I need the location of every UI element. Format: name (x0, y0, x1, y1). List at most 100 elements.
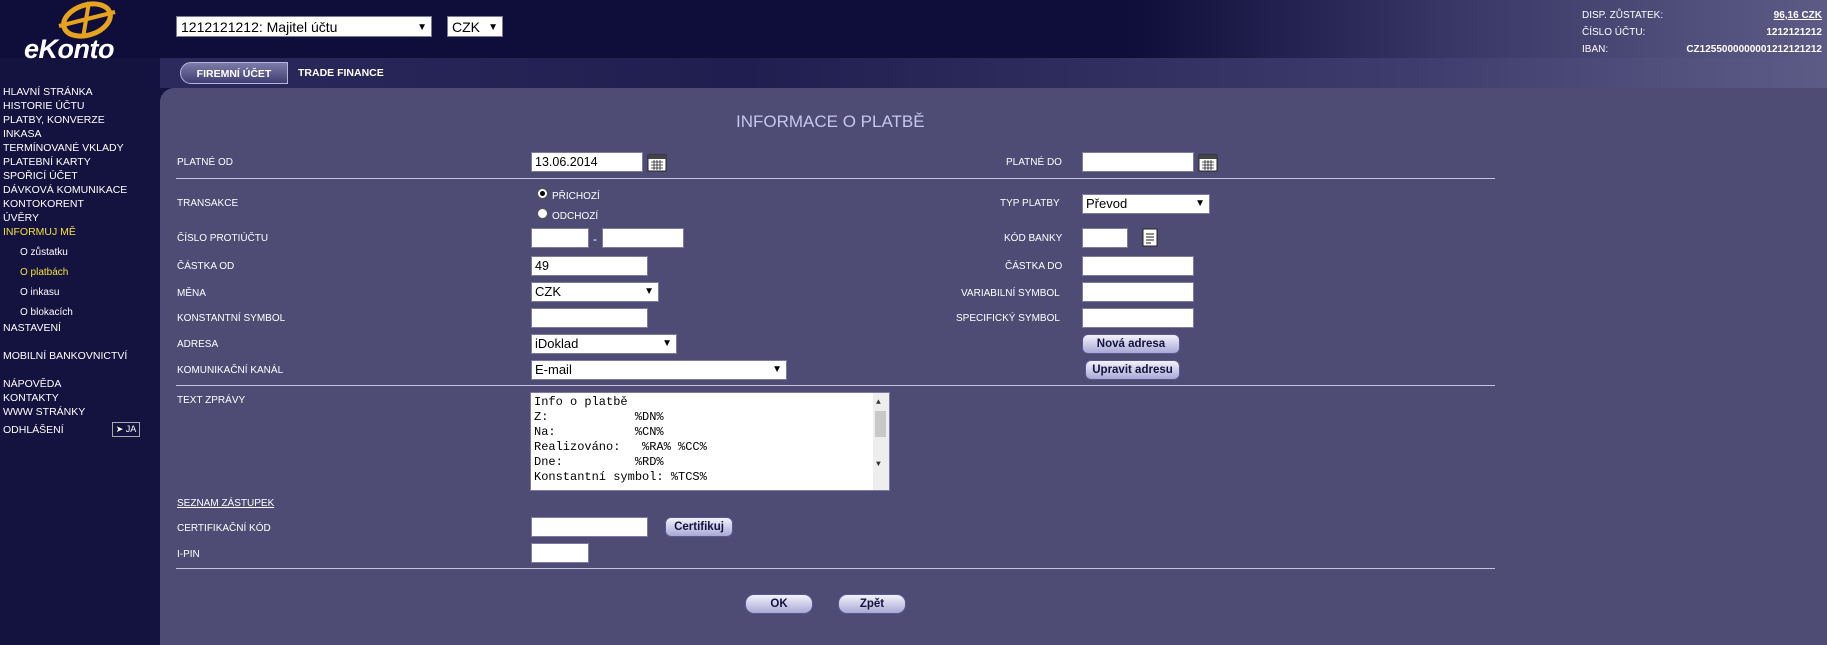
currency-select[interactable]: CZK ▼ (447, 16, 503, 37)
komunikacni-kanal-select[interactable]: E-mail ▼ (531, 360, 787, 380)
message-textarea[interactable]: Info o platbě Z: %DN% Na: %CN% Realizová… (530, 392, 890, 491)
certifikacni-kod-input[interactable] (531, 517, 648, 537)
iban-label: IBAN: (1582, 44, 1609, 55)
upravit-adresu-button[interactable]: Upravit adresu (1085, 360, 1180, 380)
adresa-select[interactable]: iDoklad ▼ (531, 334, 677, 354)
account-select-value: 1212121212: Majitel účtu (181, 19, 338, 35)
message-line: Na: %CN% (534, 425, 664, 439)
certifikacni-kod-label: CERTIFIKAČNÍ KÓD (177, 523, 271, 534)
radio-odchozi[interactable] (537, 208, 548, 219)
tab-trade-finance[interactable]: TRADE FINANCE (298, 62, 384, 84)
account-dash: - (593, 232, 597, 246)
iban-value: CZ1255000000001212121212 (1686, 44, 1822, 55)
chevron-down-icon: ▼ (417, 22, 427, 33)
sidebar-subitem-o-zustatku[interactable]: O zůstatku (20, 247, 68, 258)
sidebar-item-platebni-karty[interactable]: PLATEBNÍ KARTY (3, 156, 91, 168)
chevron-down-icon: ▼ (644, 286, 654, 297)
account-number-value: 1212121212 (1766, 27, 1822, 38)
account-number-label: ČÍSLO ÚČTU: (1582, 27, 1646, 38)
scroll-down-icon[interactable]: ▼ (876, 457, 881, 472)
platne-od-label: PLATNÉ OD (177, 157, 233, 168)
message-line: Z: %DN% (534, 410, 664, 424)
calendar-icon[interactable] (1198, 152, 1218, 172)
scroll-up-icon[interactable]: ▲ (876, 395, 881, 410)
transakce-label: TRANSAKCE (177, 198, 239, 209)
radio-prichozi[interactable] (537, 188, 548, 199)
message-line: Konstantní symbol: %TCS% (534, 470, 707, 484)
ok-button[interactable]: OK (745, 594, 813, 614)
sidebar-item-kontokorent[interactable]: KONTOKORENT (3, 198, 84, 210)
sidebar-item-historie-uctu[interactable]: HISTORIE ÚČTU (3, 100, 84, 112)
message-line: Info o platbě (534, 395, 628, 409)
platne-do-input[interactable] (1082, 152, 1194, 172)
bank-code-list-icon[interactable] (1142, 228, 1158, 247)
sidebar-item-odhlaseni[interactable]: ODHLÁŠENÍ (3, 424, 64, 436)
calendar-icon[interactable] (647, 152, 667, 172)
sidebar-item-davkova-komunikace[interactable]: DÁVKOVÁ KOMUNIKACE (3, 184, 127, 196)
sidebar-item-hlavni-stranka[interactable]: HLAVNÍ STRÁNKA (3, 86, 93, 98)
logo-text: eKonto (24, 34, 114, 64)
sidebar-item-sporici-ucet[interactable]: SPOŘICÍ ÚČET (3, 170, 78, 182)
castka-od-label: ČÁSTKA OD (177, 261, 235, 272)
platne-od-input[interactable]: 13.06.2014 (531, 152, 643, 172)
protiucet-prefix-input[interactable] (531, 228, 589, 248)
language-ja-button[interactable]: ➤ JA (112, 422, 140, 437)
sidebar-item-terminovane-vklady[interactable]: TERMÍNOVANÉ VKLADY (3, 142, 124, 154)
sidebar-item-mobilni-bankovnictvi[interactable]: MOBILNÍ BANKOVNICTVÍ (3, 350, 127, 362)
komunikacni-kanal-label: KOMUNIKAČNÍ KANÁL (177, 365, 284, 376)
castka-do-label: ČÁSTKA DO (1005, 261, 1063, 272)
account-select[interactable]: 1212121212: Majitel účtu ▼ (176, 16, 432, 37)
typ-platby-select[interactable]: Převod ▼ (1082, 194, 1210, 214)
sidebar-item-inkasa[interactable]: INKASA (3, 128, 42, 140)
balance-label: DISP. ZŮSTATEK: (1582, 10, 1664, 21)
ipin-input[interactable] (531, 543, 589, 563)
konstantni-symbol-input[interactable] (531, 308, 648, 328)
castka-do-input[interactable] (1082, 256, 1194, 276)
kod-banky-input[interactable] (1082, 228, 1128, 248)
divider (176, 568, 1495, 569)
currency-select-value: CZK (452, 19, 480, 35)
komunikacni-kanal-value: E-mail (535, 362, 572, 377)
kod-banky-label: KÓD BANKY (1004, 233, 1063, 244)
variabilni-symbol-label: VARIABILNÍ SYMBOL (961, 288, 1060, 299)
radio-odchozi-label: ODCHOZÍ (552, 211, 599, 222)
nova-adresa-button[interactable]: Nová adresa (1082, 334, 1180, 354)
sidebar-subitem-o-blokacich[interactable]: O blokacích (20, 307, 73, 318)
mena-value: CZK (535, 284, 561, 299)
chevron-down-icon: ▼ (662, 338, 672, 349)
textarea-scrollbar[interactable]: ▲ ▼ (873, 393, 889, 490)
mena-label: MĚNA (177, 288, 206, 299)
ekonto-logo[interactable]: eKonto (22, 0, 142, 64)
adresa-value: iDoklad (535, 336, 579, 351)
scroll-thumb[interactable] (875, 411, 886, 437)
konstantni-symbol-label: KONSTANTNÍ SYMBOL (177, 313, 286, 324)
adresa-label: ADRESA (177, 339, 219, 350)
message-line: Realizováno: %RA% %CC% (534, 440, 707, 454)
sidebar-item-informuj-me[interactable]: INFORMUJ MĚ (3, 226, 76, 238)
divider (176, 178, 1495, 179)
sidebar-item-www-stranky[interactable]: WWW STRÁNKY (3, 406, 85, 418)
tab-firemni-ucet[interactable]: FIREMNÍ ÚČET (180, 62, 288, 84)
chevron-down-icon: ▼ (488, 22, 498, 33)
protiucet-number-input[interactable] (602, 228, 684, 248)
cislo-protiuctu-label: ČÍSLO PROTIÚČTU (177, 233, 269, 244)
chevron-down-icon: ▼ (772, 364, 782, 375)
sidebar-subitem-o-inkasu[interactable]: O inkasu (20, 287, 59, 298)
variabilni-symbol-input[interactable] (1082, 282, 1194, 302)
sidebar-item-uvery[interactable]: ÚVĚRY (3, 212, 39, 224)
sidebar-item-kontakty[interactable]: KONTAKTY (3, 392, 59, 404)
certifikuj-button[interactable]: Certifikuj (665, 517, 733, 537)
balance-value[interactable]: 96,16 CZK (1774, 10, 1822, 21)
seznam-zastupek-link[interactable]: SEZNAM ZÁSTUPEK (177, 498, 274, 509)
text-zpravy-label: TEXT ZPRÁVY (177, 395, 246, 406)
sidebar-item-nastaveni[interactable]: NASTAVENÍ (3, 322, 61, 334)
back-button[interactable]: Zpět (838, 594, 906, 614)
tab-bar (160, 58, 1827, 88)
sidebar-item-napoveda[interactable]: NÁPOVĚDA (3, 378, 61, 390)
mena-select[interactable]: CZK ▼ (531, 282, 659, 302)
sidebar-subitem-o-platbach[interactable]: O platbách (20, 267, 68, 278)
castka-od-input[interactable]: 49 (531, 256, 648, 276)
sidebar-item-platby-konverze[interactable]: PLATBY, KONVERZE (3, 114, 105, 126)
main-panel (160, 88, 1827, 645)
specificky-symbol-input[interactable] (1082, 308, 1194, 328)
